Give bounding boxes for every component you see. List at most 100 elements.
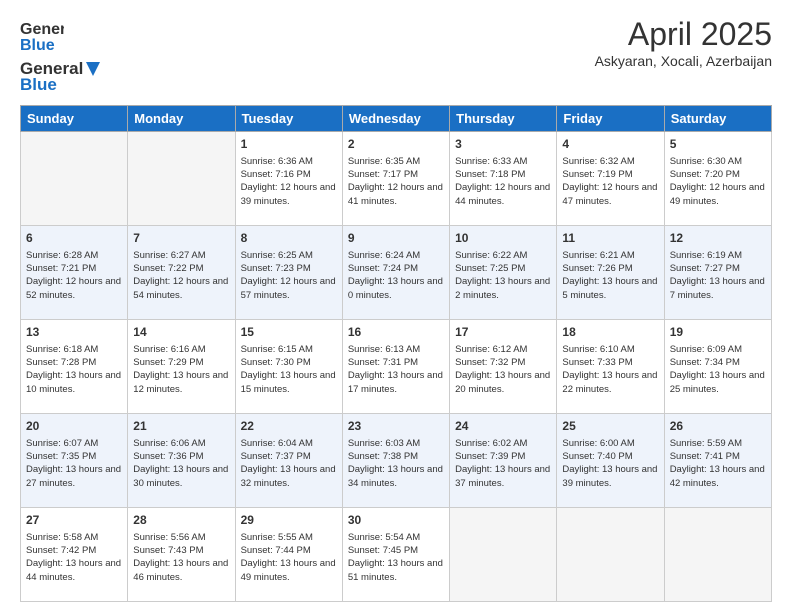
- calendar-cell: 22 Sunrise: 6:04 AM Sunset: 7:37 PM Dayli…: [235, 414, 342, 508]
- day-number: 13: [26, 324, 122, 341]
- day-number: 3: [455, 136, 551, 153]
- day-number: 27: [26, 512, 122, 529]
- day-info: Sunrise: 6:07 AM Sunset: 7:35 PM Dayligh…: [26, 437, 122, 490]
- calendar-cell: 15 Sunrise: 6:15 AM Sunset: 7:30 PM Dayli…: [235, 320, 342, 414]
- day-number: 21: [133, 418, 229, 435]
- calendar-cell: 14 Sunrise: 6:16 AM Sunset: 7:29 PM Dayli…: [128, 320, 235, 414]
- calendar-cell: 9 Sunrise: 6:24 AM Sunset: 7:24 PM Daylig…: [342, 226, 449, 320]
- calendar-cell: 26 Sunrise: 5:59 AM Sunset: 7:41 PM Dayli…: [664, 414, 771, 508]
- calendar-cell: 16 Sunrise: 6:13 AM Sunset: 7:31 PM Dayli…: [342, 320, 449, 414]
- day-info: Sunrise: 6:06 AM Sunset: 7:36 PM Dayligh…: [133, 437, 229, 490]
- day-number: 2: [348, 136, 444, 153]
- day-info: Sunrise: 5:55 AM Sunset: 7:44 PM Dayligh…: [241, 531, 337, 584]
- week-row-1: 6 Sunrise: 6:28 AM Sunset: 7:21 PM Daylig…: [21, 226, 772, 320]
- week-row-0: 1 Sunrise: 6:36 AM Sunset: 7:16 PM Daylig…: [21, 132, 772, 226]
- location: Askyaran, Xocali, Azerbaijan: [595, 53, 772, 69]
- calendar-cell: 21 Sunrise: 6:06 AM Sunset: 7:36 PM Dayli…: [128, 414, 235, 508]
- day-number: 6: [26, 230, 122, 247]
- day-info: Sunrise: 6:28 AM Sunset: 7:21 PM Dayligh…: [26, 249, 122, 302]
- day-number: 9: [348, 230, 444, 247]
- day-info: Sunrise: 5:59 AM Sunset: 7:41 PM Dayligh…: [670, 437, 766, 490]
- day-number: 4: [562, 136, 658, 153]
- day-number: 22: [241, 418, 337, 435]
- day-info: Sunrise: 6:25 AM Sunset: 7:23 PM Dayligh…: [241, 249, 337, 302]
- logo-triangle-icon: [84, 61, 102, 77]
- calendar-cell: 12Sunrise: 6:19 AM Sunset: 7:27 PM Dayli…: [664, 226, 771, 320]
- calendar-cell: [21, 132, 128, 226]
- calendar-cell: 4 Sunrise: 6:32 AM Sunset: 7:19 PM Daylig…: [557, 132, 664, 226]
- calendar-cell: 5 Sunrise: 6:30 AM Sunset: 7:20 PM Daylig…: [664, 132, 771, 226]
- svg-text:General: General: [20, 21, 64, 38]
- calendar-cell: 11Sunrise: 6:21 AM Sunset: 7:26 PM Dayli…: [557, 226, 664, 320]
- day-number: 12: [670, 230, 766, 247]
- calendar-cell: 13Sunrise: 6:18 AM Sunset: 7:28 PM Dayli…: [21, 320, 128, 414]
- day-number: 30: [348, 512, 444, 529]
- day-info: Sunrise: 6:00 AM Sunset: 7:40 PM Dayligh…: [562, 437, 658, 490]
- calendar-cell: 30Sunrise: 5:54 AM Sunset: 7:45 PM Dayli…: [342, 508, 449, 602]
- day-header-wednesday: Wednesday: [342, 106, 449, 132]
- day-number: 11: [562, 230, 658, 247]
- day-number: 25: [562, 418, 658, 435]
- calendar-cell: [450, 508, 557, 602]
- calendar-cell: 20 Sunrise: 6:07 AM Sunset: 7:35 PM Dayli…: [21, 414, 128, 508]
- day-number: 14: [133, 324, 229, 341]
- day-number: 16: [348, 324, 444, 341]
- day-header-thursday: Thursday: [450, 106, 557, 132]
- page: General Blue General Blue April 2025 Ask…: [0, 0, 792, 612]
- day-info: Sunrise: 6:16 AM Sunset: 7:29 PM Dayligh…: [133, 343, 229, 396]
- calendar-cell: 10Sunrise: 6:22 AM Sunset: 7:25 PM Dayli…: [450, 226, 557, 320]
- day-number: 23: [348, 418, 444, 435]
- day-info: Sunrise: 6:22 AM Sunset: 7:25 PM Dayligh…: [455, 249, 551, 302]
- day-info: Sunrise: 6:15 AM Sunset: 7:30 PM Dayligh…: [241, 343, 337, 396]
- day-info: Sunrise: 6:02 AM Sunset: 7:39 PM Dayligh…: [455, 437, 551, 490]
- title-block: April 2025 Askyaran, Xocali, Azerbaijan: [595, 16, 772, 69]
- month-title: April 2025: [595, 16, 772, 53]
- svg-text:Blue: Blue: [20, 37, 55, 54]
- day-info: Sunrise: 5:58 AM Sunset: 7:42 PM Dayligh…: [26, 531, 122, 584]
- day-number: 17: [455, 324, 551, 341]
- calendar-cell: 29 Sunrise: 5:55 AM Sunset: 7:44 PM Dayli…: [235, 508, 342, 602]
- week-row-2: 13Sunrise: 6:18 AM Sunset: 7:28 PM Dayli…: [21, 320, 772, 414]
- day-header-monday: Monday: [128, 106, 235, 132]
- calendar-cell: 19Sunrise: 6:09 AM Sunset: 7:34 PM Dayli…: [664, 320, 771, 414]
- logo: General Blue General Blue: [20, 16, 102, 95]
- calendar-cell: 2 Sunrise: 6:35 AM Sunset: 7:17 PM Daylig…: [342, 132, 449, 226]
- day-header-tuesday: Tuesday: [235, 106, 342, 132]
- day-number: 1: [241, 136, 337, 153]
- day-number: 20: [26, 418, 122, 435]
- calendar-cell: [664, 508, 771, 602]
- day-info: Sunrise: 6:35 AM Sunset: 7:17 PM Dayligh…: [348, 155, 444, 208]
- day-info: Sunrise: 6:10 AM Sunset: 7:33 PM Dayligh…: [562, 343, 658, 396]
- day-info: Sunrise: 6:32 AM Sunset: 7:19 PM Dayligh…: [562, 155, 658, 208]
- calendar-cell: 18 Sunrise: 6:10 AM Sunset: 7:33 PM Dayli…: [557, 320, 664, 414]
- calendar-cell: 3Sunrise: 6:33 AM Sunset: 7:18 PM Daylig…: [450, 132, 557, 226]
- day-number: 26: [670, 418, 766, 435]
- day-header-saturday: Saturday: [664, 106, 771, 132]
- calendar: SundayMondayTuesdayWednesdayThursdayFrid…: [20, 105, 772, 602]
- day-number: 24: [455, 418, 551, 435]
- day-info: Sunrise: 6:36 AM Sunset: 7:16 PM Dayligh…: [241, 155, 337, 208]
- day-info: Sunrise: 6:12 AM Sunset: 7:32 PM Dayligh…: [455, 343, 551, 396]
- day-info: Sunrise: 6:27 AM Sunset: 7:22 PM Dayligh…: [133, 249, 229, 302]
- day-info: Sunrise: 6:13 AM Sunset: 7:31 PM Dayligh…: [348, 343, 444, 396]
- calendar-cell: [557, 508, 664, 602]
- calendar-cell: 27 Sunrise: 5:58 AM Sunset: 7:42 PM Dayli…: [21, 508, 128, 602]
- day-number: 18: [562, 324, 658, 341]
- calendar-cell: 7Sunrise: 6:27 AM Sunset: 7:22 PM Daylig…: [128, 226, 235, 320]
- day-info: Sunrise: 6:24 AM Sunset: 7:24 PM Dayligh…: [348, 249, 444, 302]
- calendar-cell: 6 Sunrise: 6:28 AM Sunset: 7:21 PM Daylig…: [21, 226, 128, 320]
- calendar-cell: 1 Sunrise: 6:36 AM Sunset: 7:16 PM Daylig…: [235, 132, 342, 226]
- day-header-friday: Friday: [557, 106, 664, 132]
- day-number: 28: [133, 512, 229, 529]
- day-number: 29: [241, 512, 337, 529]
- day-info: Sunrise: 5:56 AM Sunset: 7:43 PM Dayligh…: [133, 531, 229, 584]
- calendar-cell: 25 Sunrise: 6:00 AM Sunset: 7:40 PM Dayli…: [557, 414, 664, 508]
- day-info: Sunrise: 6:30 AM Sunset: 7:20 PM Dayligh…: [670, 155, 766, 208]
- day-header-sunday: Sunday: [21, 106, 128, 132]
- calendar-cell: 8Sunrise: 6:25 AM Sunset: 7:23 PM Daylig…: [235, 226, 342, 320]
- day-info: Sunrise: 6:04 AM Sunset: 7:37 PM Dayligh…: [241, 437, 337, 490]
- day-number: 15: [241, 324, 337, 341]
- calendar-cell: [128, 132, 235, 226]
- day-number: 5: [670, 136, 766, 153]
- week-row-4: 27 Sunrise: 5:58 AM Sunset: 7:42 PM Dayli…: [21, 508, 772, 602]
